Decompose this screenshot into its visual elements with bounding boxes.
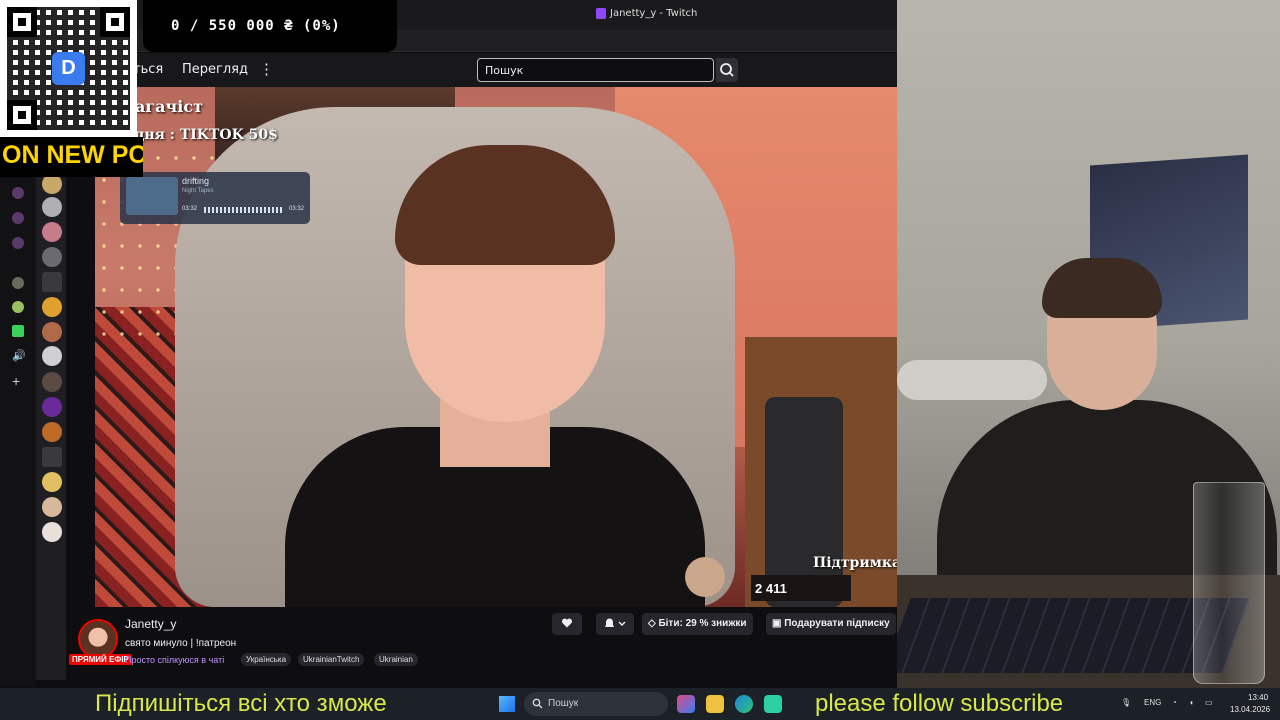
ticker-left: Підпишіться всі хто зможе [95, 690, 387, 717]
qr-finder [100, 7, 130, 37]
donation-goal: 0 / 550 000 ₴ (0%) [143, 0, 397, 52]
followed-channel-avatar[interactable] [42, 197, 62, 217]
sidebar-app-icon[interactable] [12, 301, 24, 313]
song-artist: Night Tapes [182, 188, 214, 194]
file-explorer-icon[interactable] [706, 695, 724, 713]
search-button[interactable] [716, 58, 738, 82]
bits-icon: ◇ [648, 618, 659, 629]
song-title: drifting [182, 176, 210, 186]
mic-tray-icon[interactable]: 🎙 [1121, 698, 1131, 707]
taskbar: Підпишіться всі хто зможе Пошук please f… [0, 688, 1280, 720]
followed-channel-avatar[interactable] [42, 472, 62, 492]
followed-channel-avatar[interactable] [42, 522, 62, 542]
nav-following[interactable]: ться [133, 62, 163, 77]
video-icon[interactable] [42, 272, 62, 292]
search-input[interactable]: Пошук [477, 58, 714, 82]
live-badge: ПРЯМИЙ ЕФІР [69, 654, 132, 665]
supporter-avatar [685, 557, 725, 597]
gift-icon: ▣ [772, 618, 785, 629]
webcam-person-hair [1042, 258, 1162, 318]
app-icon[interactable] [764, 695, 782, 713]
tag-ukrainiantwitch[interactable]: UkrainianTwitch [298, 653, 365, 666]
now-playing-widget: drifting Night Tapes 03:32 03:32 [120, 172, 310, 224]
webcam-feed [897, 0, 1280, 688]
song-elapsed: 03:32 [182, 206, 198, 212]
search-icon [532, 698, 543, 709]
album-cover [126, 177, 178, 215]
promo-banner: ON NEW PC [0, 137, 143, 177]
video-icon[interactable] [42, 447, 62, 467]
bits-label: Біти: 29 % знижки [658, 618, 747, 629]
copilot-icon[interactable] [677, 695, 695, 713]
browser-sidebar: 🔊 + [0, 87, 36, 687]
follow-button[interactable] [552, 613, 582, 635]
notifications-button[interactable] [596, 613, 634, 635]
qr-finder [7, 7, 37, 37]
qr-logo: D [52, 52, 85, 85]
clock-time[interactable]: 13:40 [1248, 693, 1268, 702]
more-menu-icon[interactable]: ⋮ [259, 60, 274, 78]
song-waveform [204, 207, 284, 213]
stream-overlay-line2: дня : TIKTOK 50$ [135, 127, 278, 143]
donation-qr-code: D [0, 0, 137, 137]
tag-ukrainian-en[interactable]: Ukrainian [374, 653, 418, 666]
followed-channel-avatar[interactable] [42, 422, 62, 442]
followed-channel-avatar[interactable] [42, 174, 62, 194]
followed-channel-avatar[interactable] [42, 372, 62, 392]
qr-finder [7, 100, 37, 130]
screen: Janetty_y - Twitch ться Перегляд ⋮ Пошук… [0, 0, 1280, 720]
sidebar-app-icon[interactable] [12, 277, 24, 289]
support-count: 2 411 [751, 575, 851, 601]
stream-category[interactable]: Просто спілкуюся в чаті [125, 655, 224, 665]
kick-icon[interactable] [12, 325, 24, 337]
support-label: Підтримка [813, 555, 897, 571]
followed-channel-avatar[interactable] [42, 497, 62, 517]
edge-icon[interactable] [735, 695, 753, 713]
windows-start-icon[interactable] [499, 696, 515, 712]
followed-channel-avatar[interactable] [42, 222, 62, 242]
followed-channel-avatar[interactable] [42, 247, 62, 267]
bell-icon [605, 618, 626, 627]
sidebar-app-icon[interactable] [12, 212, 24, 224]
battery-icon[interactable]: ▭ [1205, 698, 1213, 707]
add-icon[interactable]: + [12, 374, 24, 388]
volume-icon[interactable]: ◖ [1189, 698, 1194, 707]
followed-channel-avatar[interactable] [42, 397, 62, 417]
ticker-right: please follow subscribe [815, 690, 1064, 717]
webcam-glass [1193, 482, 1265, 684]
sidebar-app-icon[interactable] [12, 187, 24, 199]
nav-browse[interactable]: Перегляд [182, 62, 248, 77]
twitch-icon [596, 8, 606, 19]
channel-info-bar: ПРЯМИЙ ЕФІР Janetty_y свято минуло | !па… [66, 607, 897, 682]
channel-avatar[interactable] [78, 619, 118, 659]
search-icon [720, 63, 734, 77]
followed-channel-avatar[interactable] [42, 297, 62, 317]
followed-channel-avatar[interactable] [42, 322, 62, 342]
language-indicator[interactable]: ENG [1144, 698, 1161, 707]
heart-icon [561, 618, 573, 628]
song-total: 03:32 [288, 206, 304, 212]
webcam-microphone [897, 360, 1047, 400]
clock-date[interactable]: 13.04.2026 [1230, 705, 1270, 714]
video-player[interactable]: агачіст дня : TIKTOK 50$ drifting Night … [95, 87, 897, 607]
stream-overlay-line1: агачіст [135, 97, 203, 116]
gift-sub-label: Подарувати підписку [784, 618, 890, 629]
bits-button[interactable]: ◇ Біти: 29 % знижки [642, 613, 753, 635]
followed-channel-avatar[interactable] [42, 346, 62, 366]
wifi-icon[interactable]: ◔ [1172, 698, 1177, 707]
stream-title: свято минуло | !патреон [125, 638, 237, 649]
window-title: Janetty_y - Twitch [610, 8, 698, 19]
tag-ukrainian[interactable]: Українська [241, 653, 292, 666]
sidebar-app-icon[interactable] [12, 237, 24, 249]
channel-name[interactable]: Janetty_y [125, 617, 176, 631]
gift-sub-button[interactable]: ▣ Подарувати підписку [766, 613, 896, 635]
speaker-icon[interactable]: 🔊 [12, 349, 26, 362]
taskbar-search[interactable]: Пошук [524, 692, 668, 716]
taskbar-search-label: Пошук [548, 698, 579, 709]
